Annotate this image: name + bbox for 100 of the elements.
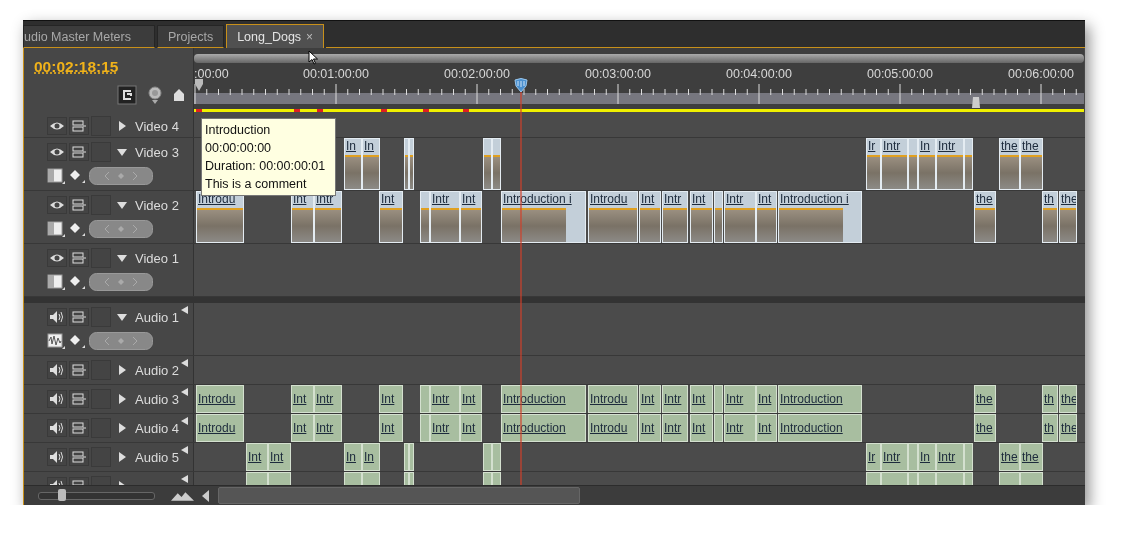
audio-clip[interactable]: Intr bbox=[314, 385, 342, 413]
audio-clip[interactable]: Introduction bbox=[778, 414, 862, 442]
audio-clip[interactable]: Introduction bbox=[501, 385, 586, 413]
keyframe-diamond-icon[interactable] bbox=[69, 274, 85, 290]
eye-icon[interactable] bbox=[47, 196, 67, 214]
video-clip[interactable]: Int bbox=[379, 191, 403, 243]
keyframe-diamond-icon[interactable] bbox=[69, 168, 85, 184]
audio-clip[interactable]: Intr bbox=[936, 443, 964, 471]
expand-triangle-icon[interactable] bbox=[117, 147, 127, 157]
keyframe-navigator[interactable] bbox=[89, 332, 153, 350]
audio-clip[interactable]: Int bbox=[291, 414, 314, 442]
video-clip[interactable] bbox=[420, 191, 430, 243]
keyframe-navigator[interactable] bbox=[89, 220, 153, 238]
audio-clip[interactable]: Intr bbox=[314, 414, 342, 442]
expand-triangle-icon[interactable] bbox=[117, 121, 127, 131]
panel-tab[interactable]: udio Master Meters bbox=[23, 25, 155, 48]
audio-clip[interactable]: In bbox=[362, 443, 380, 471]
speaker-icon[interactable] bbox=[47, 448, 67, 466]
time-ruler[interactable] bbox=[194, 84, 1084, 104]
audio-clip[interactable]: Ir bbox=[866, 443, 881, 471]
snap-icon[interactable] bbox=[117, 85, 137, 105]
audio-clip[interactable]: Int bbox=[756, 414, 777, 442]
video-clip[interactable] bbox=[714, 191, 723, 243]
eye-icon[interactable] bbox=[47, 117, 67, 135]
audio-clip[interactable]: th bbox=[1042, 385, 1058, 413]
audio-clip[interactable]: Int bbox=[268, 443, 291, 471]
audio-clip[interactable] bbox=[908, 443, 918, 471]
audio-clip[interactable]: Int bbox=[756, 385, 777, 413]
audio-clip[interactable]: Introdu bbox=[588, 414, 638, 442]
keyframe-navigator[interactable] bbox=[89, 167, 153, 185]
audio-clip[interactable]: Int bbox=[690, 414, 713, 442]
ruler-thumb[interactable] bbox=[971, 96, 981, 110]
expand-triangle-icon[interactable] bbox=[117, 253, 127, 263]
display-style-icon[interactable] bbox=[47, 167, 65, 185]
audio-clip[interactable] bbox=[420, 385, 430, 413]
keyframe-diamond-icon[interactable] bbox=[69, 221, 85, 237]
video-clip[interactable]: Int bbox=[756, 191, 777, 243]
keyframe-diamond-icon[interactable] bbox=[69, 333, 85, 349]
work-area-bar[interactable] bbox=[194, 109, 1084, 112]
video-clip[interactable]: Introdu bbox=[588, 191, 638, 243]
audio-clip[interactable]: Int bbox=[639, 414, 661, 442]
audio-clip[interactable]: the bbox=[974, 385, 996, 413]
audio-clip[interactable]: the bbox=[999, 443, 1020, 471]
speaker-icon[interactable] bbox=[47, 390, 67, 408]
audio-clip[interactable]: In bbox=[344, 443, 362, 471]
audio-clip[interactable]: Int bbox=[460, 385, 482, 413]
audio-clip[interactable]: Int bbox=[690, 385, 713, 413]
expand-triangle-icon[interactable] bbox=[117, 452, 127, 462]
video-clip[interactable]: Introdu bbox=[196, 191, 244, 243]
video-clip[interactable]: Intr bbox=[724, 191, 756, 243]
expand-triangle-icon[interactable] bbox=[117, 200, 127, 210]
audio-clip[interactable] bbox=[714, 414, 723, 442]
audio-clip[interactable]: Intr bbox=[430, 385, 460, 413]
audio-clip[interactable]: Introduction bbox=[778, 385, 862, 413]
audio-clip[interactable]: In bbox=[918, 443, 936, 471]
speaker-icon[interactable] bbox=[47, 308, 67, 326]
video-clip[interactable]: th bbox=[1042, 191, 1058, 243]
keyframe-navigator[interactable] bbox=[89, 273, 153, 291]
scrollbar-thumb[interactable] bbox=[218, 487, 580, 504]
audio-clip[interactable] bbox=[492, 443, 501, 471]
audio-clip[interactable]: Int bbox=[639, 385, 661, 413]
audio-clip[interactable]: Introdu bbox=[196, 385, 244, 413]
speaker-icon[interactable] bbox=[47, 361, 67, 379]
audio-clip[interactable]: Intr bbox=[724, 385, 756, 413]
audio-clip[interactable] bbox=[404, 443, 409, 471]
audio-clip[interactable]: Int bbox=[246, 443, 268, 471]
audio-clip[interactable]: Intr bbox=[724, 414, 756, 442]
panel-tab[interactable]: Projects bbox=[157, 25, 225, 48]
video-clip[interactable]: Int bbox=[460, 191, 482, 243]
audio-clip[interactable]: Intr bbox=[430, 414, 460, 442]
display-style-icon[interactable] bbox=[47, 220, 65, 238]
audio-clip[interactable] bbox=[409, 443, 414, 471]
eye-icon[interactable] bbox=[47, 249, 67, 267]
audio-clip[interactable]: Int bbox=[291, 385, 314, 413]
audio-clip[interactable] bbox=[420, 414, 430, 442]
current-timecode[interactable]: 00:02:18:15 bbox=[34, 58, 119, 76]
mountains-icon[interactable] bbox=[171, 490, 194, 501]
scroll-left-icon[interactable] bbox=[200, 488, 212, 503]
video-clip[interactable]: Introduction i bbox=[778, 191, 862, 243]
eye-icon[interactable] bbox=[47, 143, 67, 161]
display-style-icon[interactable] bbox=[47, 273, 65, 291]
audio-clip[interactable]: Intr bbox=[662, 414, 688, 442]
zoom-slider[interactable] bbox=[38, 491, 155, 500]
audio-clip[interactable]: Int bbox=[460, 414, 482, 442]
video-clip[interactable]: Int bbox=[639, 191, 661, 243]
audio-clip[interactable]: Int bbox=[379, 414, 403, 442]
speaker-icon[interactable] bbox=[47, 419, 67, 437]
audio-clip[interactable]: Intr bbox=[662, 385, 688, 413]
audio-clip[interactable]: Introdu bbox=[588, 385, 638, 413]
marker-pin-icon[interactable] bbox=[147, 85, 163, 105]
audio-clip[interactable]: th bbox=[1042, 414, 1058, 442]
audio-clip[interactable] bbox=[483, 443, 492, 471]
expand-triangle-icon[interactable] bbox=[117, 312, 127, 322]
audio-clip[interactable]: the bbox=[974, 414, 996, 442]
timeline-zoom-bar[interactable] bbox=[194, 54, 1084, 63]
audio-clip[interactable]: Introduction bbox=[501, 414, 586, 442]
expand-triangle-icon[interactable] bbox=[117, 394, 127, 404]
expand-triangle-icon[interactable] bbox=[117, 365, 127, 375]
video-clip[interactable]: Int bbox=[690, 191, 713, 243]
video-clip[interactable]: Intr bbox=[430, 191, 460, 243]
